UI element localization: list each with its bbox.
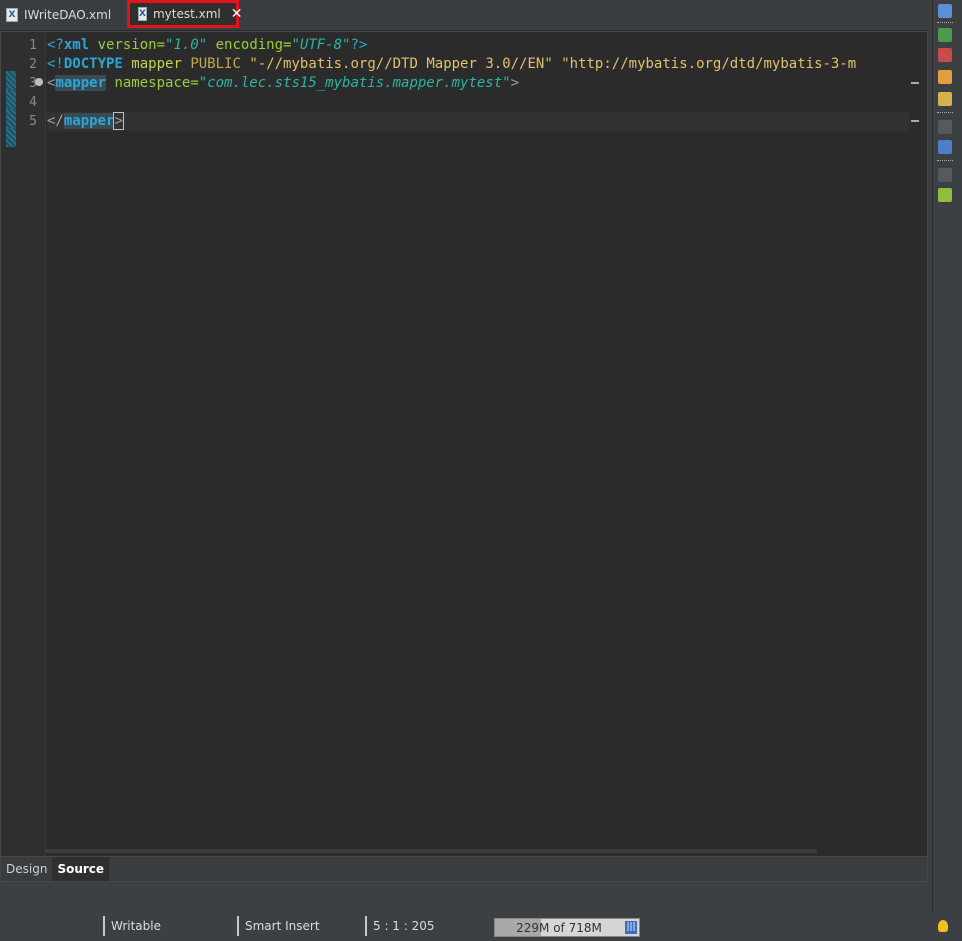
xml-file-icon: X (6, 8, 18, 22)
quick-diff-marker (6, 109, 16, 128)
insert-mode-status: Smart Insert (245, 919, 320, 933)
code-line-1: <?xml version="1.0" encoding="UTF-8"?> (47, 37, 368, 53)
tab-label: mytest.xml (152, 7, 221, 21)
heap-status[interactable]: 229M of 718M ||| (494, 918, 640, 937)
editor-tab-bar: X IWriteDAO.xml X mytest.xml ✕ (0, 0, 928, 31)
toolbar-separator (937, 112, 953, 113)
spring-boot-dashboard-icon[interactable] (938, 188, 952, 202)
status-divider (365, 916, 367, 936)
quick-diff-marker (6, 71, 16, 90)
tab-iwritedao-xml[interactable]: X IWriteDAO.xml (6, 2, 111, 28)
tab-source[interactable]: Source (52, 857, 110, 881)
toolbar-separator (937, 160, 953, 161)
quick-diff-marker (6, 128, 16, 147)
cursor-position: 5 : 1 : 205 (373, 919, 435, 933)
line-number-gutter: 1 2 3 4 5 (1, 32, 46, 881)
code-area[interactable]: <?xml version="1.0" encoding="UTF-8"?> <… (47, 32, 909, 144)
properties-icon[interactable] (938, 140, 952, 154)
overview-ruler-mark[interactable] (911, 82, 919, 84)
minimized-view-icon[interactable] (938, 168, 952, 182)
garbage-collect-icon[interactable]: ||| (625, 921, 637, 934)
line-number: 4 (29, 95, 37, 110)
right-trim-toolbar (932, 0, 959, 941)
quick-diff-marker (6, 90, 16, 109)
tab-mytest-xml[interactable]: X mytest.xml ✕ (127, 0, 242, 28)
outline-view-icon[interactable] (938, 4, 952, 18)
code-line-2: <!DOCTYPE mapper PUBLIC "-//mybatis.org/… (47, 56, 857, 72)
xml-file-icon: X (138, 7, 147, 21)
code-line-3: <mapper namespace="com.lec.sts15_mybatis… (47, 75, 520, 91)
tasks-icon[interactable] (938, 70, 952, 84)
line-number: 5 (29, 114, 37, 129)
writable-status: Writable (111, 919, 161, 933)
horizontal-scrollbar[interactable] (46, 849, 817, 853)
status-divider (103, 916, 105, 936)
fold-toggle-icon[interactable] (35, 78, 43, 86)
overview-ruler-mark[interactable] (911, 120, 919, 122)
heap-label: 229M of 718M (516, 921, 602, 935)
progress-icon[interactable] (938, 92, 952, 106)
status-divider (237, 916, 239, 936)
tab-label: IWriteDAO.xml (24, 8, 112, 22)
problems-icon[interactable] (938, 48, 952, 62)
xml-source-editor[interactable]: 1 2 3 4 5 <?xml version="1.0" encoding="… (0, 31, 928, 882)
line-number: 2 (29, 57, 37, 72)
lightbulb-icon[interactable] (938, 920, 948, 932)
servers-icon[interactable] (938, 28, 952, 42)
line-number: 1 (29, 38, 37, 53)
minimized-view-icon[interactable] (938, 120, 952, 134)
close-tab-icon[interactable]: ✕ (231, 6, 243, 22)
editor-page-tabs: Design Source (1, 856, 927, 881)
code-line-5: </mapper> (47, 112, 909, 131)
tab-design[interactable]: Design (1, 857, 52, 881)
toolbar-separator (937, 22, 953, 23)
line-number: 3 (29, 76, 37, 91)
status-bar: Writable Smart Insert 5 : 1 : 205 229M o… (0, 912, 962, 941)
